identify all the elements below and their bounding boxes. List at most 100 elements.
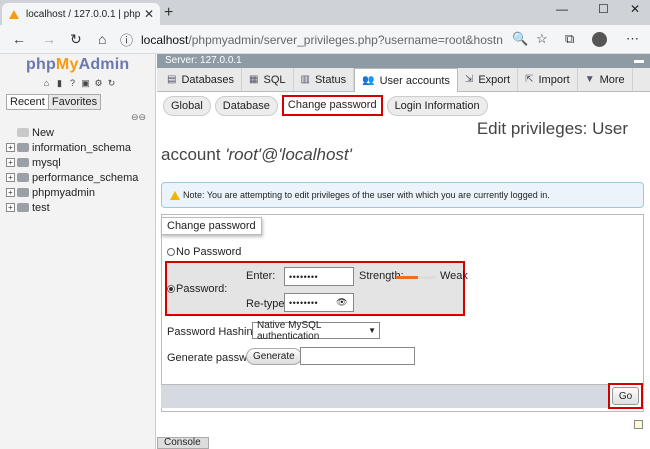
phpmyadmin-favicon-icon <box>8 9 20 20</box>
tab-recent[interactable]: Recent <box>6 94 49 110</box>
password-hashing-label: Password Hashing: <box>167 326 262 338</box>
tree-item-database[interactable]: + information_schema <box>6 140 138 155</box>
console-tab[interactable]: Console <box>157 437 209 449</box>
fieldset-legend: Change password <box>161 217 262 235</box>
reload-icon[interactable]: ↻ <box>70 31 82 48</box>
tree-item-new[interactable]: New <box>6 125 138 140</box>
show-password-eye-icon[interactable]: 👁 <box>336 297 348 308</box>
tab-close-icon[interactable]: ✕ <box>144 7 154 21</box>
subtab-database[interactable]: Database <box>214 96 278 116</box>
password-radio[interactable] <box>167 285 175 293</box>
subtab-change-password[interactable]: Change password <box>281 95 383 116</box>
new-database-icon <box>17 128 29 137</box>
url-path: /phpmyadmin/server_privileges.php?userna… <box>188 32 503 47</box>
form-footer <box>161 384 644 408</box>
page-settings-icon[interactable] <box>634 420 643 429</box>
sidebar-icon-row: ⌂ ▮ ? ▣ ⚙ ↻ <box>41 78 117 89</box>
reload-navigation-icon[interactable]: ↻ <box>106 78 117 89</box>
subtab-login-information[interactable]: Login Information <box>386 96 488 116</box>
tree-item-database[interactable]: + phpmyadmin <box>6 185 138 200</box>
tab-export[interactable]: ⇲ Export <box>458 68 519 91</box>
maximize-button[interactable]: ☐ <box>598 2 609 16</box>
search-icon[interactable]: 🔍 <box>512 31 528 47</box>
database-icon <box>17 203 29 212</box>
home-icon[interactable]: ⌂ <box>41 78 52 89</box>
tree-item-database[interactable]: + performance_schema <box>6 170 138 185</box>
expand-icon[interactable]: + <box>6 143 15 152</box>
expand-icon[interactable]: + <box>6 158 15 167</box>
more-menu-icon[interactable]: ⋯ <box>626 31 639 47</box>
back-icon[interactable]: ← <box>12 31 26 47</box>
databases-icon: ▤ <box>167 74 177 85</box>
tab-import[interactable]: ⇱ Import <box>518 68 578 91</box>
subtab-global[interactable]: Global <box>163 96 211 116</box>
site-info-icon[interactable]: ⓘ <box>120 30 133 49</box>
strength-meter <box>396 276 436 279</box>
tree-item-database[interactable]: + mysql <box>6 155 138 170</box>
tab-favorites[interactable]: Favorites <box>48 94 102 110</box>
import-icon: ⇱ <box>525 74 534 85</box>
navigation-panel: phpMyAdmin ⌂ ▮ ? ▣ ⚙ ↻ Recent Favorites … <box>0 54 156 449</box>
database-tree: New + information_schema + mysql + perfo… <box>6 125 138 215</box>
export-icon: ⇲ <box>464 74 474 85</box>
expand-icon[interactable]: + <box>6 173 15 182</box>
page-title-account: account 'root'@'localhost' <box>161 145 352 164</box>
password-option[interactable]: Password: <box>167 283 227 295</box>
retype-password-input[interactable]: •••••••• 👁 <box>284 293 354 312</box>
expand-icon[interactable]: + <box>6 188 15 197</box>
home-icon[interactable]: ⌂ <box>98 31 106 47</box>
logout-icon[interactable]: ▮ <box>54 78 65 89</box>
address-bar: ← → ↻ ⌂ ⓘ localhost/phpmyadmin/server_pr… <box>0 25 650 54</box>
new-tab-button[interactable]: + <box>164 4 173 22</box>
generated-password-field[interactable] <box>300 347 415 365</box>
browser-tab[interactable]: localhost / 127.0.0.1 | phpMyAdmin ✕ <box>2 3 160 25</box>
link-with-main-panel-icon[interactable]: ⊖⊖ <box>131 112 146 123</box>
minimize-button[interactable]: — <box>556 2 568 16</box>
tab-title: localhost / 127.0.0.1 | phpMyAdmin <box>26 8 140 20</box>
collapse-icon[interactable]: ▬ <box>634 54 644 68</box>
warning-icon <box>170 190 180 200</box>
enter-label: Enter: <box>246 270 276 282</box>
docs-icon[interactable]: ▣ <box>80 78 91 89</box>
close-window-button[interactable]: ✕ <box>630 2 640 16</box>
password-input[interactable]: •••••••• <box>284 267 354 286</box>
users-icon: 👥 <box>362 75 375 86</box>
strength-meter-fill <box>396 276 418 279</box>
database-icon <box>17 188 29 197</box>
expand-icon[interactable]: + <box>6 203 15 212</box>
page-title: Edit privileges: User <box>476 119 628 138</box>
tab-status[interactable]: ▥ Status <box>294 68 355 91</box>
top-menu: ▤ Databases ▦ SQL ▥ Status 👥 User accounts ⇲… <box>157 68 650 92</box>
server-breadcrumb: Server: 127.0.0.1 ▬ <box>157 54 650 68</box>
retype-label: Re-type: <box>246 298 288 310</box>
url-host: localhost <box>141 32 189 47</box>
favorite-star-icon[interactable]: ☆ <box>536 31 548 47</box>
tab-databases[interactable]: ▤ Databases <box>160 68 243 91</box>
phpmyadmin-logo[interactable]: phpMyAdmin <box>26 56 129 74</box>
chevron-down-icon: ▼ <box>368 326 376 335</box>
tree-item-database[interactable]: + test <box>6 200 138 215</box>
no-password-radio[interactable] <box>167 248 175 256</box>
main-panel: Server: 127.0.0.1 ▬ ▤ Databases ▦ SQL ▥ Sta… <box>157 54 650 449</box>
status-icon: ▥ <box>300 74 310 85</box>
generate-button[interactable]: Generate <box>246 348 302 365</box>
no-password-option[interactable]: No Password <box>167 246 241 258</box>
go-button[interactable]: Go <box>612 387 639 405</box>
tab-more[interactable]: ▼ More <box>578 68 633 91</box>
password-hashing-select[interactable]: Native MySQL authentication ▼ <box>252 320 380 342</box>
server-label[interactable]: Server: 127.0.0.1 <box>165 55 242 66</box>
help-icon[interactable]: ? <box>67 78 78 89</box>
browser-tabstrip: localhost / 127.0.0.1 | phpMyAdmin ✕ + —… <box>0 0 650 25</box>
settings-gear-icon[interactable]: ⚙ <box>93 78 104 89</box>
sql-icon: ▦ <box>249 74 259 85</box>
forward-icon[interactable]: → <box>42 31 56 47</box>
go-button-highlight: Go <box>608 383 643 409</box>
tab-sql[interactable]: ▦ SQL <box>242 68 294 91</box>
database-icon <box>17 143 29 152</box>
tab-user-accounts[interactable]: 👥 User accounts <box>354 68 458 92</box>
strength-value: Weak <box>440 270 468 282</box>
notice-message: Note: You are attempting to edit privile… <box>161 182 644 208</box>
profile-avatar[interactable] <box>592 32 607 47</box>
collections-icon[interactable]: ⧉ <box>565 31 574 47</box>
url-field[interactable]: ⓘ localhost/phpmyadmin/server_privileges… <box>120 29 503 50</box>
